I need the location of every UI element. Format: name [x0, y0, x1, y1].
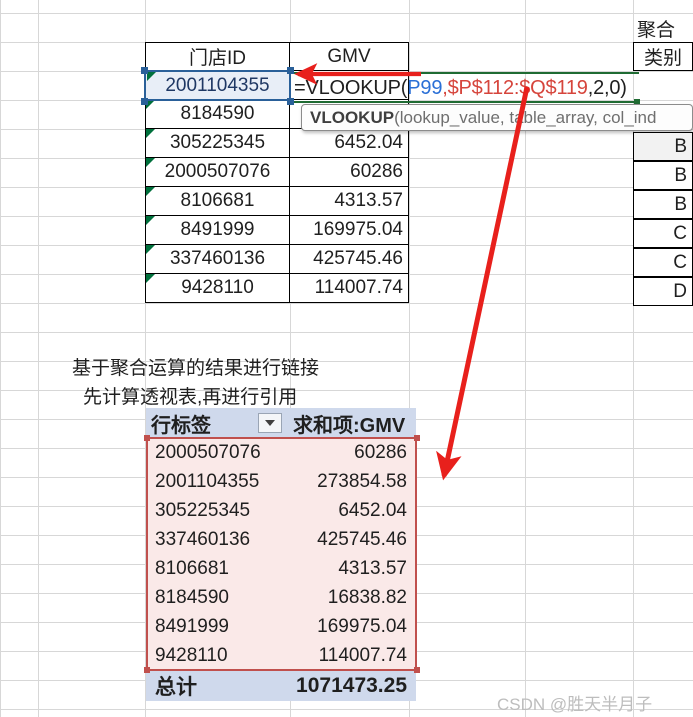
grid-line-horizontal [0, 13, 693, 14]
category-cell[interactable]: B [633, 132, 693, 161]
pivot-filter-button[interactable] [258, 413, 282, 433]
pivot-selection-border [146, 437, 417, 671]
selection-handle[interactable] [141, 98, 148, 105]
table-row[interactable]: 4313.57 [289, 186, 409, 216]
chevron-down-icon [265, 420, 275, 426]
comment-indicator-icon [147, 72, 156, 81]
watermark: CSDN @胜天半月子 [497, 695, 653, 714]
category-cell[interactable]: C [633, 248, 693, 277]
table-row[interactable]: 169975.04 [289, 215, 409, 245]
category-header: 类别 [633, 42, 693, 71]
pivot-selection-handle[interactable] [414, 667, 420, 673]
table-row[interactable]: 8184590 [145, 99, 290, 129]
category-cell[interactable]: B [633, 161, 693, 190]
formula-suffix: ,2,0) [587, 76, 627, 99]
annotation-line-1: 基于聚合运算的结果进行链接 [72, 358, 320, 379]
comment-indicator-icon [146, 187, 155, 196]
comment-indicator-icon [146, 158, 155, 167]
grid-line-horizontal [0, 332, 693, 333]
pivot-selection-handle[interactable] [414, 435, 420, 441]
category-cell[interactable]: C [633, 219, 693, 248]
tooltip-function-name: VLOOKUP [310, 107, 395, 127]
table-row[interactable]: 425745.46 [289, 244, 409, 274]
selected-cell-value: 2001104355 [165, 74, 270, 96]
category-cell[interactable]: B [633, 190, 693, 219]
pivot-row-label-header[interactable]: 行标签 [146, 408, 256, 438]
comment-indicator-icon [146, 274, 155, 283]
pivot-selection-handle[interactable] [144, 667, 150, 673]
formula-prefix: =VLOOKUP( [294, 76, 408, 99]
table-row[interactable]: 9428110 [145, 273, 290, 303]
table-row[interactable]: 6452.04 [289, 128, 409, 158]
selection-handle[interactable] [287, 98, 294, 105]
table-row[interactable]: 8106681 [145, 186, 290, 216]
table-row[interactable]: 8491999 [145, 215, 290, 245]
pivot-total-label: 总计 [155, 675, 197, 699]
selection-handle[interactable] [287, 67, 294, 74]
grid-line-vertical [0, 0, 1, 717]
formula-signature-tooltip: VLOOKUP (lookup_value, table_array, col_i… [301, 104, 693, 131]
source-table-header-id: 门店ID [145, 42, 290, 71]
grid-line-vertical [38, 0, 39, 717]
comment-indicator-icon [146, 216, 155, 225]
comment-indicator-icon [146, 129, 155, 138]
table-row[interactable]: 305225345 [145, 128, 290, 158]
formula-editor[interactable]: =VLOOKUP(P99, $P$112:$Q$119,2,0) [294, 74, 693, 102]
table-row[interactable]: 2000507076 [145, 157, 290, 187]
table-row[interactable]: 60286 [289, 157, 409, 187]
source-table-header-gmv: GMV [289, 42, 409, 71]
aggregation-title: 聚合 [637, 20, 676, 41]
comment-indicator-icon [146, 245, 155, 254]
grid-line-horizontal [0, 303, 693, 304]
table-row[interactable]: 337460136 [145, 244, 290, 274]
tooltip-signature: (lookup_value, table_array, col_ind [394, 107, 657, 127]
formula-lookup-value: P99 [407, 76, 443, 99]
pivot-selection-handle[interactable] [144, 435, 150, 441]
category-cell[interactable]: D [633, 277, 693, 306]
selection-handle[interactable] [141, 67, 148, 74]
pivot-value-header[interactable]: 求和项:GMV [288, 408, 416, 438]
pivot-total-value: 1071473.25 [296, 673, 407, 697]
table-row[interactable]: 114007.74 [289, 273, 409, 303]
annotation-line-2: 先计算透视表,再进行引用 [83, 387, 298, 408]
formula-table-array: $P$112:$Q$119 [447, 76, 588, 99]
